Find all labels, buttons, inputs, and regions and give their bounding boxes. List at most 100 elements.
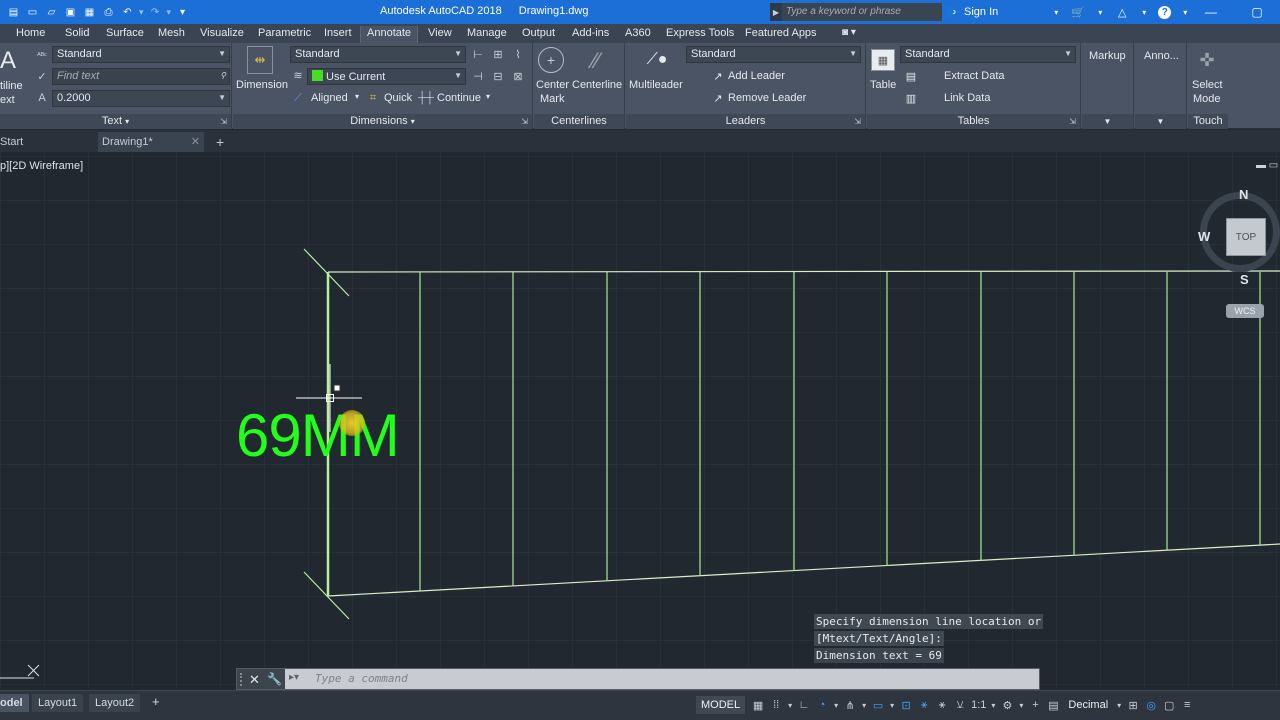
table-style-dropdown[interactable]: Standard ▼ [900,46,1076,63]
exchange-icon[interactable]: △ [1114,4,1130,20]
link-data-button[interactable]: Link Data [944,92,990,104]
snap-dropdown-icon[interactable]: ▾ [785,701,795,710]
add-layout-icon[interactable]: + [152,694,160,709]
polar-tracking-icon[interactable]: ◔ [813,696,831,714]
tab-surface[interactable]: Surface [106,26,144,43]
tab-express-tools[interactable]: Express Tools [666,26,734,43]
clean-screen-icon[interactable]: ▢ [1160,696,1178,714]
grid-icon[interactable]: ▦ [749,696,767,714]
markup-expand-icon[interactable]: ▼ [1082,114,1133,129]
compass-north[interactable]: N [1239,187,1248,202]
redo-icon[interactable]: ↷ [148,5,163,19]
tab-solid[interactable]: Solid [65,26,89,43]
minimize-icon[interactable]: — [1188,0,1234,24]
quick-dim-icon[interactable]: ⌗ [366,91,380,105]
dim-tool-6-icon[interactable]: ⊠ [509,68,527,84]
scale-dropdown-icon[interactable]: ▾ [988,701,998,710]
continue-dropdown-icon[interactable]: ▾ [486,92,490,101]
multileader-button[interactable]: Multileader [629,79,683,91]
ribbon-display-toggle-icon[interactable]: ◙ ▾ [842,27,856,38]
new-tab-icon[interactable]: + [212,132,228,152]
leader-style-dropdown[interactable]: Standard ▼ [686,46,861,63]
save-as-icon[interactable]: ▦ [82,5,97,19]
add-leader-icon[interactable]: ↗ [710,69,726,83]
quick-properties-icon[interactable]: ⊞ [1124,696,1142,714]
tab-mesh[interactable]: Mesh [158,26,185,43]
link-data-icon[interactable]: ▥ [903,91,919,105]
tab-annotate[interactable]: Annotate [360,26,419,43]
extract-data-icon[interactable]: ▤ [903,69,919,83]
tab-layout1[interactable]: Layout1 [32,694,84,712]
cart-icon[interactable]: 🛒 [1070,4,1086,20]
redo-dropdown-icon[interactable]: ▾ [167,7,172,18]
aligned-button[interactable]: Aligned [311,92,348,104]
tab-visualize[interactable]: Visualize [200,26,244,43]
search-expand-icon[interactable]: ▶ [770,3,782,21]
tab-a360[interactable]: A360 [625,26,651,43]
tab-layout2[interactable]: Layout2 [89,694,141,712]
multiline-text-label-2[interactable]: ext [0,94,15,106]
anno-expand-icon[interactable]: ▼ [1135,114,1186,129]
leaders-panel-title[interactable]: Leaders ⇲ [626,114,865,129]
text-height-dropdown[interactable]: 0.2000 ▼ [52,90,230,107]
osnap-dropdown-icon[interactable]: ▾ [887,701,897,710]
sign-in-dropdown-icon[interactable]: ▾ [1048,4,1064,20]
compass-west[interactable]: W [1198,229,1210,244]
select-mode-label[interactable]: Select [1192,79,1223,91]
multileader-icon[interactable]: ⟋● [644,47,670,73]
table-button[interactable]: Table [870,79,896,91]
customize-status-icon[interactable]: ≡ [1178,696,1196,714]
tab-home[interactable]: Home [16,26,45,43]
dim-layer-dropdown[interactable]: Use Current ▼ [307,68,466,85]
aligned-icon[interactable]: ⟋ [291,91,305,105]
multiline-text-icon[interactable]: A [0,47,16,75]
viewcube[interactable]: N W S TOP WCS [1198,186,1280,318]
help-icon[interactable]: ? [1158,5,1172,19]
dim-tool-2-icon[interactable]: ⊞ [489,46,507,62]
aligned-dropdown-icon[interactable]: ▾ [355,92,359,101]
continue-icon[interactable]: ┼┼ [418,91,434,105]
multiline-text-label[interactable]: tiline [0,80,23,92]
annotation-visibility-icon[interactable]: ⚹ [915,696,933,714]
wcs-menu[interactable]: WCS [1226,304,1264,318]
tab-drawing1[interactable]: Drawing1* ✕ [98,132,204,152]
tab-featured-apps[interactable]: Featured Apps [745,26,817,43]
dimension-text[interactable]: 69MM [236,398,400,474]
compass-south[interactable]: S [1240,272,1249,287]
continue-button[interactable]: Continue [437,92,481,104]
center-mark-icon[interactable]: + [538,47,564,73]
cart-dropdown-icon[interactable]: ▾ [1092,4,1108,20]
hardware-acceleration-icon[interactable]: ◎ [1142,696,1160,714]
user-icon[interactable]: 👤 [942,4,958,20]
customize-qat-icon[interactable]: ▾ [175,5,190,19]
maximize-icon[interactable]: ▢ [1234,0,1280,24]
dim-style-dropdown[interactable]: Standard ▼ [290,46,466,63]
open-folder-icon[interactable]: ▱ [44,5,59,19]
tab-model[interactable]: odel [0,694,29,712]
dimension-icon[interactable]: ⇹ [247,46,273,74]
center-mark-label-2[interactable]: Mark [540,93,564,105]
customize-command-line-icon[interactable]: 🔧 [267,672,282,686]
dimensions-panel-title[interactable]: Dimensions ▾ ⇲ [233,114,532,129]
isolate-objects-icon[interactable]: ▤ [1044,696,1062,714]
app-menu-icon[interactable]: ▤ [6,5,21,19]
tab-manage[interactable]: Manage [467,26,507,43]
save-icon[interactable]: ▣ [63,5,78,19]
isodraft-icon[interactable]: ⋔ [841,696,859,714]
ortho-icon[interactable]: ∟ [795,696,813,714]
dim-tool-4-icon[interactable]: ⊣ [469,68,487,84]
remove-leader-icon[interactable]: ↗ [710,91,726,105]
dim-tool-1-icon[interactable]: ⊢ [469,46,487,62]
lineweight-icon[interactable]: ⊡ [897,696,915,714]
auto-scale-icon[interactable]: ⚹ [933,696,951,714]
tab-insert[interactable]: Insert [324,26,352,43]
find-text-check-icon[interactable]: ✓ [34,69,50,83]
search-input[interactable]: Type a keyword or phrase [782,3,942,21]
center-mark-label[interactable]: Center [536,79,569,91]
dim-tool-5-icon[interactable]: ⊟ [489,68,507,84]
select-mode-label-2[interactable]: Mode [1193,93,1221,105]
undo-dropdown-icon[interactable]: ▾ [139,7,144,18]
table-icon[interactable]: ▦ [871,49,895,71]
viewcube-top-face[interactable]: TOP [1226,218,1266,256]
sign-in-link[interactable]: Sign In [964,6,998,18]
